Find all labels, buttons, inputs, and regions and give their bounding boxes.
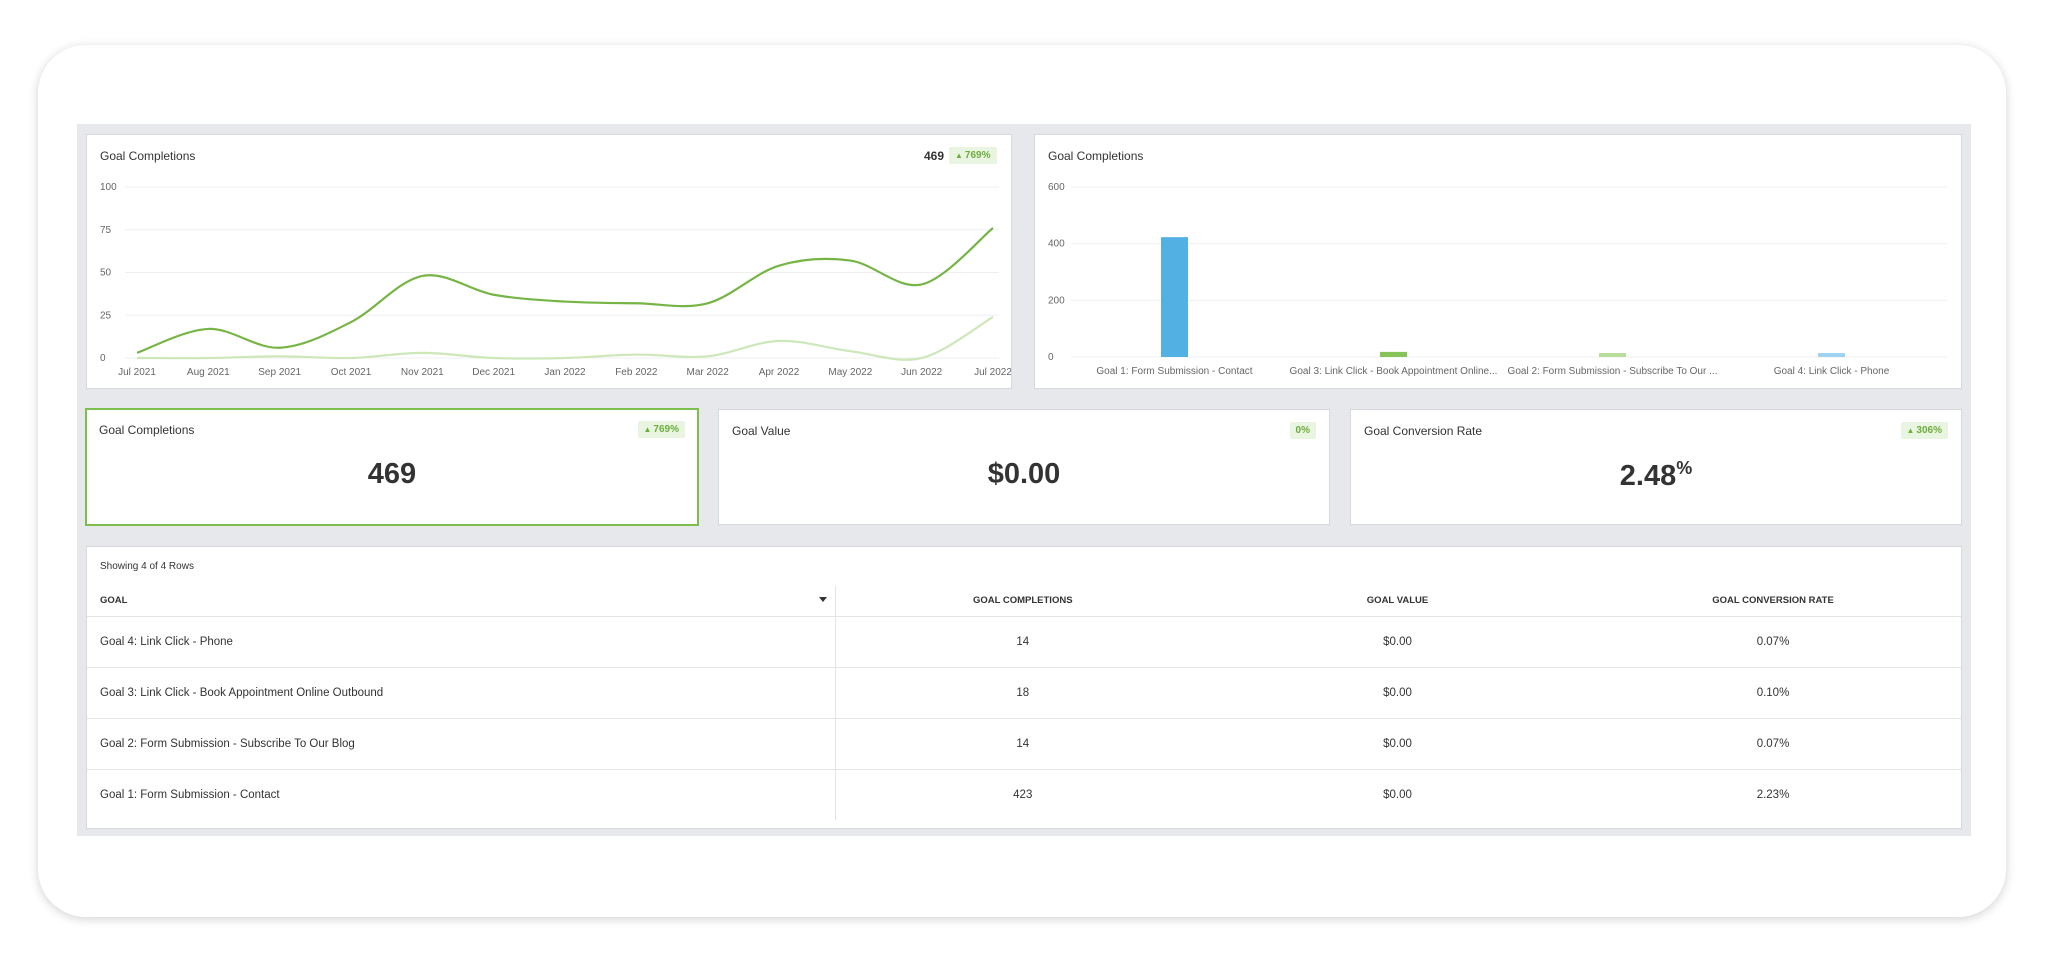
kpi-title: Goal Value: [732, 424, 791, 438]
kpi-change: 306%: [1916, 425, 1942, 436]
series-line-2: [136, 316, 994, 361]
cell-goal-completions: 18: [835, 667, 1210, 719]
cell-goal: Goal 2: Form Submission - Subscribe To O…: [87, 718, 836, 770]
x-tick-label: Nov 2021: [401, 367, 444, 378]
x-tick-label: Oct 2021: [331, 367, 372, 378]
x-tick-label: Jan 2022: [544, 367, 586, 378]
cell-goal-completions: 423: [1013, 788, 1033, 801]
up-arrow-icon: ▲: [643, 425, 652, 434]
bar-chart-panel: Goal Completions 0 200 400 600 Goal 1: Form …: [1034, 134, 1962, 389]
sort-down-icon[interactable]: [818, 597, 827, 602]
kpi-title: Goal Conversion Rate: [1364, 424, 1483, 438]
line-chart: 0 25 50 75 100 Jul 2021 Aug 2021 Sep 2021 Oct 20…: [100, 182, 1011, 378]
x-tick-label: Goal 4: Link Click - Phone: [1774, 366, 1890, 377]
kpi-change-badge: ▲ 306%: [1900, 422, 1948, 439]
kpi-unit: %: [1676, 458, 1693, 478]
column-header-goal-conversion-rate[interactable]: GOAL CONVERSION RATE: [1585, 586, 1961, 617]
y-tick-label: 200: [1048, 295, 1065, 306]
x-tick-label: Apr 2022: [759, 367, 800, 378]
cell-goal-completions: 14: [835, 616, 1210, 668]
x-tick-label: Mar 2022: [687, 367, 730, 378]
cell-goal-value: $0.00: [1210, 718, 1585, 770]
x-tick-label: Jul 2021: [118, 367, 156, 378]
x-tick-label: May 2022: [828, 367, 872, 378]
series-line-1: [136, 227, 994, 354]
cell-goal-value: $0.00: [1210, 616, 1585, 668]
y-tick-label: 100: [100, 182, 117, 193]
y-tick-label: 25: [100, 310, 112, 321]
table-row[interactable]: Goal 2: Form Submission - Subscribe To O…: [87, 718, 1961, 770]
cell-goal-value: $0.00: [1383, 788, 1412, 801]
kpi-goal-conversion-rate[interactable]: Goal Conversion Rate ▲ 306% 2.48%: [1350, 409, 1962, 525]
table-row[interactable]: Goal 4: Link Click - Phone 14 $0.00 0.07…: [87, 616, 1961, 668]
up-arrow-icon: ▲: [1906, 426, 1915, 435]
row-count-label: Showing 4 of 4 Rows: [100, 561, 194, 572]
x-tick-label: Goal 1: Form Submission - Contact: [1096, 366, 1252, 377]
kpi-title: Goal Completions: [99, 423, 195, 437]
kpi-change-badge: 0%: [1289, 422, 1316, 439]
x-tick-label: Goal 3: Link Click - Book Appointment On…: [1290, 366, 1498, 377]
kpi-goal-completions[interactable]: Goal Completions ▲ 769% 469: [85, 408, 699, 526]
cell-goal-conversion-rate: 0.07%: [1585, 616, 1961, 668]
kpi-goal-value[interactable]: Goal Value 0% $0.00: [718, 409, 1330, 525]
bar[interactable]: [1161, 237, 1188, 357]
bar[interactable]: [1818, 353, 1845, 357]
goals-table-panel: Showing 4 of 4 Rows GOAL GOAL COMPLETION…: [86, 546, 1962, 829]
kpi-value: $0.00: [987, 458, 1061, 490]
table-row[interactable]: Goal 3: Link Click - Book Appointment On…: [87, 667, 1961, 719]
kpi-change-badge: ▲ 769%: [637, 421, 685, 438]
kpi-change: 0%: [1295, 425, 1310, 436]
x-tick-label: Jul 2022: [974, 367, 1011, 378]
column-header-goal[interactable]: GOAL: [87, 586, 836, 617]
bar-chart: 0 200 400 600 Goal 1: Form Submission - Cont…: [1048, 182, 1947, 377]
bar[interactable]: [1599, 353, 1626, 357]
y-tick-label: 400: [1048, 239, 1065, 250]
column-header-label: GOAL: [100, 595, 128, 607]
dashboard: Goal Completions 469 ▲ 769% 0 25 50 75 100 Jul…: [77, 124, 1971, 836]
kpi-value: 2.48%: [1351, 458, 1961, 493]
kpi-number: 2.48: [1619, 460, 1677, 492]
x-tick-label: Aug 2021: [187, 367, 230, 378]
x-tick-label: Goal 2: Form Submission - Subscribe To O…: [1508, 366, 1718, 377]
y-tick-label: 75: [100, 225, 112, 236]
cell-goal-conversion-rate: 0.10%: [1585, 667, 1961, 719]
cell-goal: Goal 4: Link Click - Phone: [87, 616, 836, 668]
goals-table: GOAL GOAL COMPLETIONS GOAL VALUE GOAL CO…: [87, 586, 1961, 820]
y-tick-label: 50: [100, 268, 112, 279]
x-tick-label: Jun 2022: [901, 367, 943, 378]
x-tick-label: Sep 2021: [258, 367, 301, 378]
column-header-goal-completions[interactable]: GOAL COMPLETIONS: [835, 586, 1210, 617]
cell-goal: Goal 3: Link Click - Book Appointment On…: [87, 667, 836, 719]
table-row[interactable]: Goal 1: Form Submission - Contact 423 $0…: [87, 769, 1961, 820]
x-tick-label: Feb 2022: [615, 367, 658, 378]
column-header-goal-value[interactable]: GOAL VALUE: [1210, 586, 1585, 617]
table-header-row: GOAL GOAL COMPLETIONS GOAL VALUE GOAL CO…: [87, 586, 1961, 617]
cell-goal-value: $0.00: [1210, 667, 1585, 719]
bar[interactable]: [1380, 351, 1407, 357]
y-tick-label: 0: [100, 353, 106, 364]
line-chart-panel: Goal Completions 469 ▲ 769% 0 25 50 75 100 Jul…: [86, 134, 1012, 389]
kpi-change: 769%: [653, 424, 679, 435]
x-tick-label: Dec 2021: [472, 367, 515, 378]
cell-goal-conversion-rate: 2.23%: [1756, 788, 1790, 801]
y-tick-label: 0: [1048, 352, 1054, 363]
kpi-value: 469: [367, 458, 417, 490]
cell-goal-conversion-rate: 0.07%: [1585, 718, 1961, 770]
cell-goal: Goal 1: Form Submission - Contact: [87, 769, 836, 820]
y-tick-label: 600: [1048, 182, 1065, 193]
cell-goal-completions: 14: [835, 718, 1210, 770]
